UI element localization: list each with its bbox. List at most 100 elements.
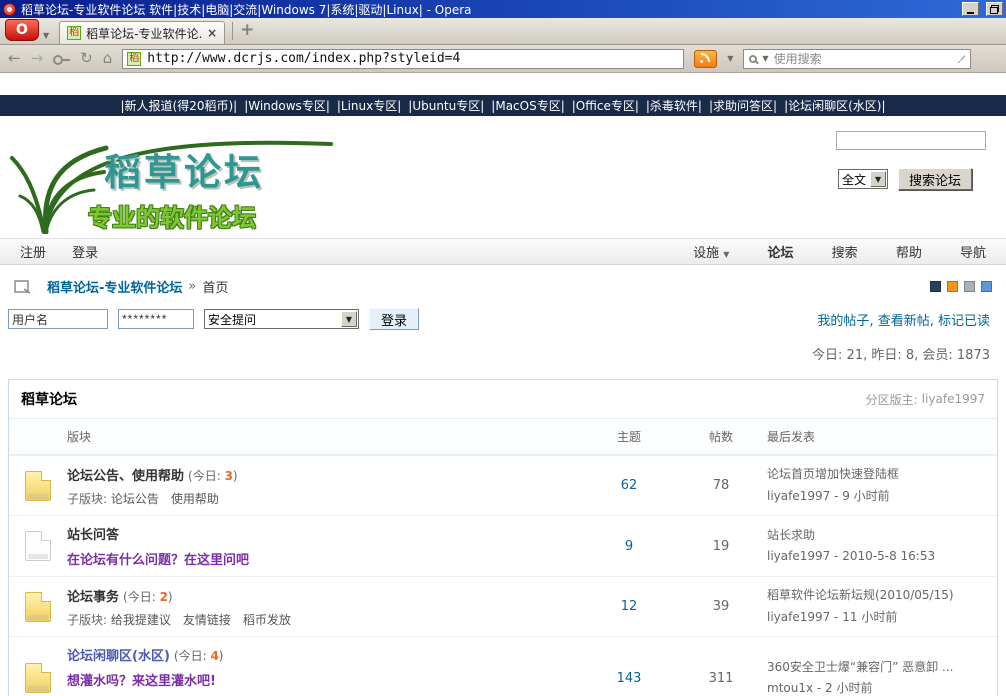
- subforum-link[interactable]: 稻币发放: [243, 613, 291, 627]
- breadcrumb: 稻草论坛-专业软件论坛 » 首页: [0, 265, 1006, 300]
- nav-link-linux[interactable]: |Linux专区|: [337, 97, 401, 114]
- thread-count[interactable]: 143: [617, 671, 642, 686]
- board-link[interactable]: 站长问答: [67, 528, 119, 543]
- search-resize-grip[interactable]: [957, 55, 965, 63]
- minimize-icon: [967, 12, 974, 14]
- window-titlebar: 稻草论坛-专业软件论坛 软件|技术|电脑|交流|Windows 7|系统|驱动|…: [0, 0, 1006, 18]
- back-icon[interactable]: ←: [8, 51, 21, 66]
- nav-link-help[interactable]: |求助问答区|: [709, 97, 777, 114]
- subforum-link[interactable]: 友情链接: [183, 613, 231, 627]
- last-post-cell: 站长求助 liyafe1997 - 2010-5-8 16:53: [767, 525, 997, 568]
- nav-link-macos[interactable]: |MacOS专区|: [491, 97, 564, 114]
- my-posts-link[interactable]: 我的帖子: [817, 314, 869, 329]
- breadcrumb-current: 首页: [202, 277, 228, 296]
- chevron-down-icon[interactable]: ▼: [341, 311, 357, 327]
- rss-icon[interactable]: [694, 50, 717, 68]
- style-square-blue[interactable]: [981, 281, 992, 292]
- subforum-link[interactable]: 论坛公告: [111, 492, 159, 506]
- login-button[interactable]: 登录: [369, 308, 419, 330]
- mark-read-link[interactable]: 标记已读: [938, 314, 990, 329]
- nav-link-water[interactable]: |论坛闲聊区(水区)|: [784, 97, 885, 114]
- menu-help[interactable]: 帮助: [896, 246, 922, 261]
- site-header: 稻草论坛 专业的软件论坛 全文 ▼ 搜索论坛: [0, 116, 1006, 238]
- board-link[interactable]: 论坛公告、使用帮助: [67, 469, 184, 484]
- tab-close-icon[interactable]: ×: [207, 26, 217, 40]
- menu-forum[interactable]: 论坛: [768, 246, 794, 261]
- post-count: 39: [675, 599, 767, 614]
- forum-search-input[interactable]: [836, 131, 986, 150]
- home-icon[interactable]: ⌂: [103, 51, 113, 66]
- style-square-gray[interactable]: [964, 281, 975, 292]
- search-forum-button[interactable]: 搜索论坛: [898, 168, 972, 190]
- reload-icon[interactable]: ↻: [80, 51, 93, 66]
- style-square-navy[interactable]: [930, 281, 941, 292]
- browser-tab[interactable]: 稻 稻草论坛-专业软件论... ×: [59, 21, 225, 44]
- table-row: 站长问答 在论坛有什么问题？在这里问吧 9 19 站长求助 liyafe1997…: [9, 515, 997, 576]
- board-link[interactable]: 论坛事务: [67, 590, 119, 605]
- table-row: 论坛公告、使用帮助(今日: 3) 子版块: 论坛公告使用帮助 62 78 论坛首…: [9, 455, 997, 515]
- nav-link-antivirus[interactable]: |杀毒软件|: [646, 97, 702, 114]
- last-post-title-link[interactable]: 360安全卫士爆“兼容门” 恶意卸 ...: [767, 657, 991, 679]
- search-scope-value: 全文: [839, 171, 869, 188]
- board-status-icon: [25, 471, 51, 501]
- menu-search[interactable]: 搜索: [832, 246, 858, 261]
- board-link[interactable]: 论坛闲聊区(水区): [67, 649, 170, 664]
- thread-count[interactable]: 9: [625, 539, 633, 554]
- last-post-title-link[interactable]: 站长求助: [767, 525, 991, 547]
- opera-menu-chevron-icon[interactable]: ▼: [43, 31, 49, 40]
- subforum-link[interactable]: 给我提建议: [111, 613, 171, 627]
- tab-bar: O ▼ 稻 稻草论坛-专业软件论... × +: [0, 18, 1006, 45]
- category-title[interactable]: 稻草论坛: [21, 389, 77, 409]
- window-title: 稻草论坛-专业软件论坛 软件|技术|电脑|交流|Windows 7|系统|驱动|…: [21, 1, 955, 18]
- thread-count[interactable]: 12: [621, 599, 638, 614]
- url-text: http://www.dcrjs.com/index.php?styleid=4: [147, 51, 460, 66]
- tab-favicon: 稻: [67, 26, 81, 40]
- today-count: (今日: 2): [123, 590, 173, 604]
- last-post-title-link[interactable]: 稻草软件论坛新坛规(2010/05/15): [767, 585, 991, 607]
- forum-category-panel: 稻草论坛 分区版主: liyafe1997 版块 主题 帖数 最后发表 论坛公告…: [8, 379, 998, 696]
- url-field[interactable]: 稻 http://www.dcrjs.com/index.php?styleid…: [122, 49, 684, 69]
- rss-dropdown-icon[interactable]: ▼: [727, 54, 733, 63]
- nav-link-windows[interactable]: |Windows专区|: [244, 97, 330, 114]
- login-row: 安全提问 ▼ 登录 我的帖子, 查看新帖, 标记已读: [0, 300, 1006, 330]
- menu-navigation[interactable]: 导航: [960, 246, 986, 261]
- today-count: (今日: 4): [174, 649, 224, 663]
- search-scope-select[interactable]: 全文 ▼: [838, 169, 888, 189]
- rewind-key-icon[interactable]: [53, 55, 70, 63]
- menu-bar: 注册 登录 设施 ▼ 论坛 搜索 帮助 导航: [0, 238, 1006, 265]
- moderator-link[interactable]: liyafe1997: [922, 392, 985, 406]
- moderator-label: 分区版主:: [866, 391, 918, 408]
- category-header: 稻草论坛 分区版主: liyafe1997: [9, 380, 997, 419]
- nav-link-office[interactable]: |Office专区|: [572, 97, 639, 114]
- column-last-post: 最后发表: [767, 428, 997, 445]
- minimize-button[interactable]: [962, 2, 979, 16]
- thread-count[interactable]: 62: [621, 478, 638, 493]
- last-post-meta: liyafe1997 - 9 小时前: [767, 489, 890, 503]
- security-question-select[interactable]: 安全提问 ▼: [204, 309, 359, 329]
- search-engine-dropdown-icon[interactable]: ▼: [762, 54, 768, 63]
- restore-button[interactable]: [986, 2, 1003, 16]
- menu-left: 注册 登录: [20, 242, 120, 261]
- nav-link-newbie[interactable]: |新人报道(得20稻币)|: [120, 97, 237, 114]
- browser-search-input[interactable]: ▼ 使用搜索: [743, 49, 971, 69]
- last-post-title-link[interactable]: 论坛首页增加快速登陆框: [767, 464, 991, 486]
- forward-icon[interactable]: →: [31, 51, 44, 66]
- breadcrumb-site-link[interactable]: 稻草论坛-专业软件论坛: [47, 277, 182, 296]
- board-status-icon: [25, 592, 51, 622]
- style-square-orange[interactable]: [947, 281, 958, 292]
- menu-facilities[interactable]: 设施 ▼: [693, 246, 729, 261]
- password-field[interactable]: [118, 309, 194, 329]
- style-switcher: [930, 281, 992, 292]
- chevron-down-icon[interactable]: ▼: [870, 171, 886, 187]
- site-logo-subtitle: 专业的软件论坛: [88, 198, 256, 233]
- nav-link-ubuntu[interactable]: |Ubuntu专区|: [408, 97, 484, 114]
- menu-register[interactable]: 注册: [20, 246, 46, 261]
- username-field[interactable]: [8, 309, 108, 329]
- new-tab-button[interactable]: +: [240, 20, 254, 40]
- subforum-link[interactable]: 使用帮助: [171, 492, 219, 506]
- opera-menu-button[interactable]: O: [5, 19, 39, 41]
- board-description: 在论坛有什么问题？在这里问吧: [67, 549, 583, 568]
- view-new-posts-link[interactable]: 查看新帖: [878, 314, 930, 329]
- quicklinks-separator: ,: [869, 314, 877, 329]
- menu-login[interactable]: 登录: [72, 246, 98, 261]
